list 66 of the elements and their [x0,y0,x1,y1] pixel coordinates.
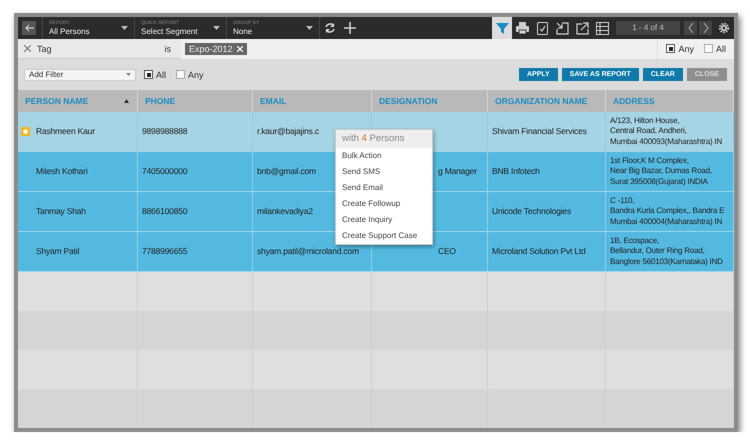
export-icon [576,22,588,34]
table-cell: r.kaur@bajajins.c [257,126,319,138]
checkbox[interactable] [176,70,186,79]
back-arrow-icon [24,24,34,32]
print-icon [516,22,528,34]
selector-value: All Persons [49,28,90,36]
checkbox-label: All [716,44,726,54]
checkbox-label: All [156,70,166,80]
filter-field: Tag [37,44,164,54]
checkbox-label: Any [678,44,694,54]
menu-item[interactable]: Create Inquiry [336,212,432,228]
table-cell: Tanmay Shah [36,206,86,218]
checkbox[interactable] [704,44,713,53]
list-icon [596,22,608,34]
checkbox[interactable] [144,70,153,79]
caret-icon [126,73,131,76]
selector-value: None [233,28,254,36]
caret-icon [213,26,220,30]
table-cell: Rashmeen Kaur [36,126,95,138]
refresh-icon [324,22,336,34]
previous-button[interactable] [684,21,697,35]
table-cell: shyam.patil@microland.com [257,246,359,258]
table-cell: 7788996655 [142,246,188,258]
table-cell: Unicode Technologies [492,206,572,218]
close-icon[interactable] [236,46,243,52]
menu-item[interactable]: Send Email [336,180,432,196]
next-button[interactable] [699,21,712,35]
table-cell: Shivam Financial Services [492,126,587,138]
table-cell: Shyam Patil [36,246,80,258]
tag-chip[interactable]: Expo-2012 [185,42,247,54]
settings-icon [718,22,730,34]
table-cell: A/123, Hilton House, Central Road, Andheri, Mumbai 400093(Maharashtra) IN [610,116,722,148]
menu-item[interactable]: Send SMS [336,164,432,180]
add-filter-dropdown[interactable]: Add Filter [24,68,136,80]
filter-operator: is [164,44,171,54]
import-icon [556,22,568,34]
close-icon [24,45,30,52]
table-cell: 9898988888 [142,126,188,138]
remove-filter-button[interactable] [22,44,32,54]
table-cell: 7405000000 [142,166,188,178]
chevron-left-icon [688,23,694,33]
table-cell: 1B, Ecospace, Bellandur, Outer Ring Road, Banglore 560103(Karnataka) IND [610,236,723,268]
table-cell: 1st Floor,K M Complex, Near Big Bazar, Dumas Road, Surat 395008(Gujarat) INDIA [610,156,712,188]
table-cell: milankevadiya2 [257,206,313,218]
checkbox-label: Any [188,70,204,80]
selector-value: Select Segment [141,28,198,36]
table-cell: 8866100850 [142,206,188,218]
table-cell: g Manager [438,166,477,178]
table-cell: Mitesh Kothari [36,166,88,178]
chevron-right-icon [702,23,708,33]
pager-field[interactable]: 1 - 4 of 4 [616,21,680,35]
back-button[interactable] [22,21,36,35]
table-cell: CEO [438,246,456,258]
caret-icon [306,26,313,30]
table-cell: bnb@gmail.com [257,166,316,178]
menu-item[interactable]: Create Followup [336,196,432,212]
caret-icon [121,26,128,30]
checkbox[interactable] [666,44,676,53]
plus-icon [344,22,356,34]
table-cell: BNB Infotech [492,166,540,178]
table-cell: C -110, Bandra Kurla Complex,, Bandra E Mumbai 400004(Maharashtra) IN [610,196,724,228]
menu-header: with 4 Persons [336,130,432,148]
checklist-icon [536,22,548,34]
filter-icon [496,22,508,34]
tag-label: Expo-2012 [189,44,233,54]
table-cell: Microland Solution Pvt Ltd [492,246,586,258]
